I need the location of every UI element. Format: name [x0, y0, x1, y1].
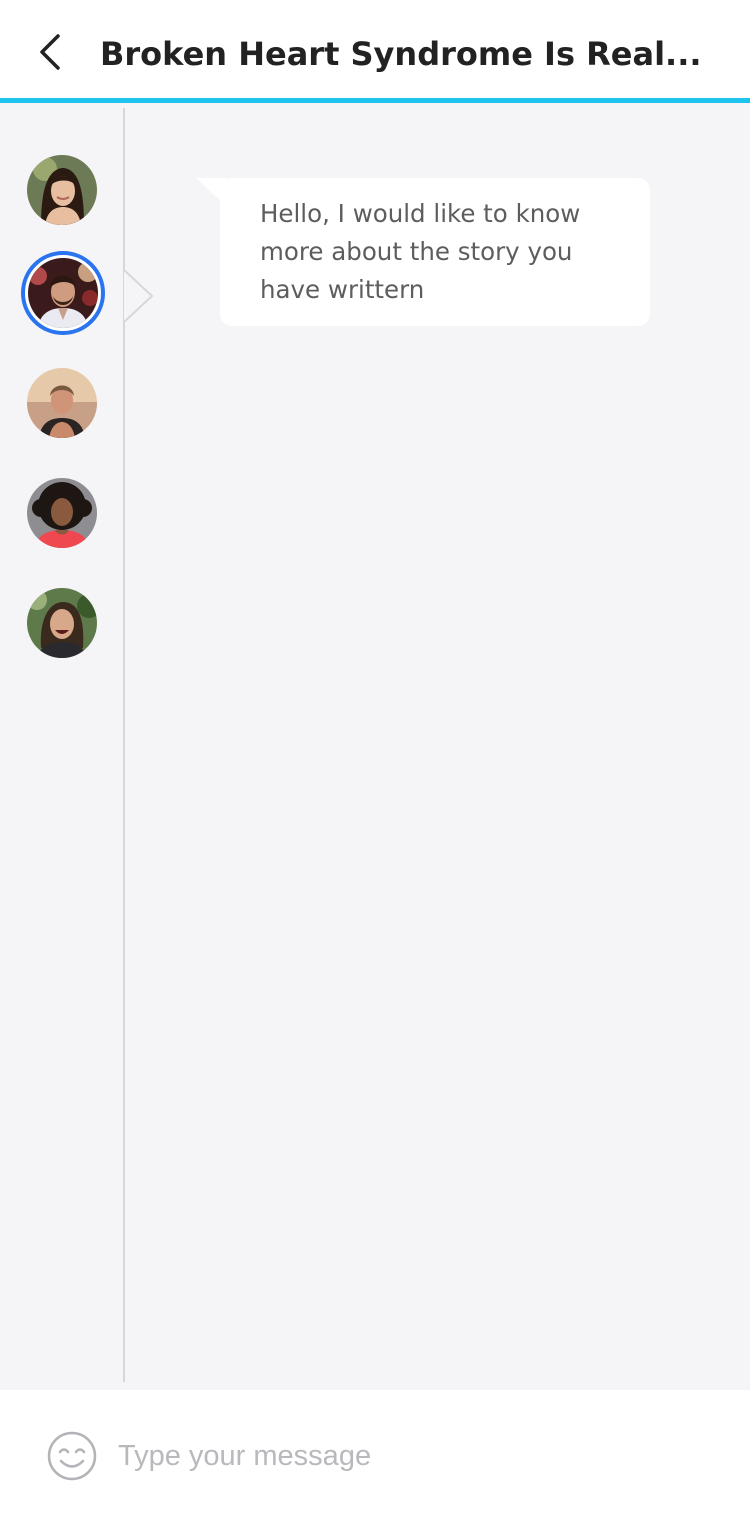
contact-avatar-5[interactable]: [27, 588, 97, 658]
contact-avatar-3[interactable]: [27, 368, 97, 438]
header-bar: Broken Heart Syndrome Is Real...: [0, 0, 750, 103]
avatar-photo: [27, 478, 97, 548]
smiley-icon: [47, 1431, 97, 1481]
message-bubble: Hello, I would like to know more about t…: [220, 178, 650, 326]
message-text: Hello, I would like to know more about t…: [260, 199, 581, 304]
emoji-button[interactable]: [46, 1430, 98, 1482]
avatar-photo: [28, 258, 98, 328]
avatar-photo: [27, 155, 97, 225]
back-button[interactable]: [28, 28, 76, 76]
selection-pointer: [124, 270, 154, 322]
page-title: Broken Heart Syndrome Is Real...: [100, 35, 702, 73]
contacts-sidebar: [0, 108, 125, 1382]
message-composer: [0, 1390, 750, 1520]
chevron-left-icon: [40, 34, 60, 70]
message-input[interactable]: [118, 1430, 718, 1482]
contact-avatar-4[interactable]: [27, 478, 97, 548]
avatar-photo: [27, 588, 97, 658]
contact-avatar-2[interactable]: [21, 251, 105, 335]
contact-avatar-1[interactable]: [27, 155, 97, 225]
avatar-photo: [27, 368, 97, 438]
